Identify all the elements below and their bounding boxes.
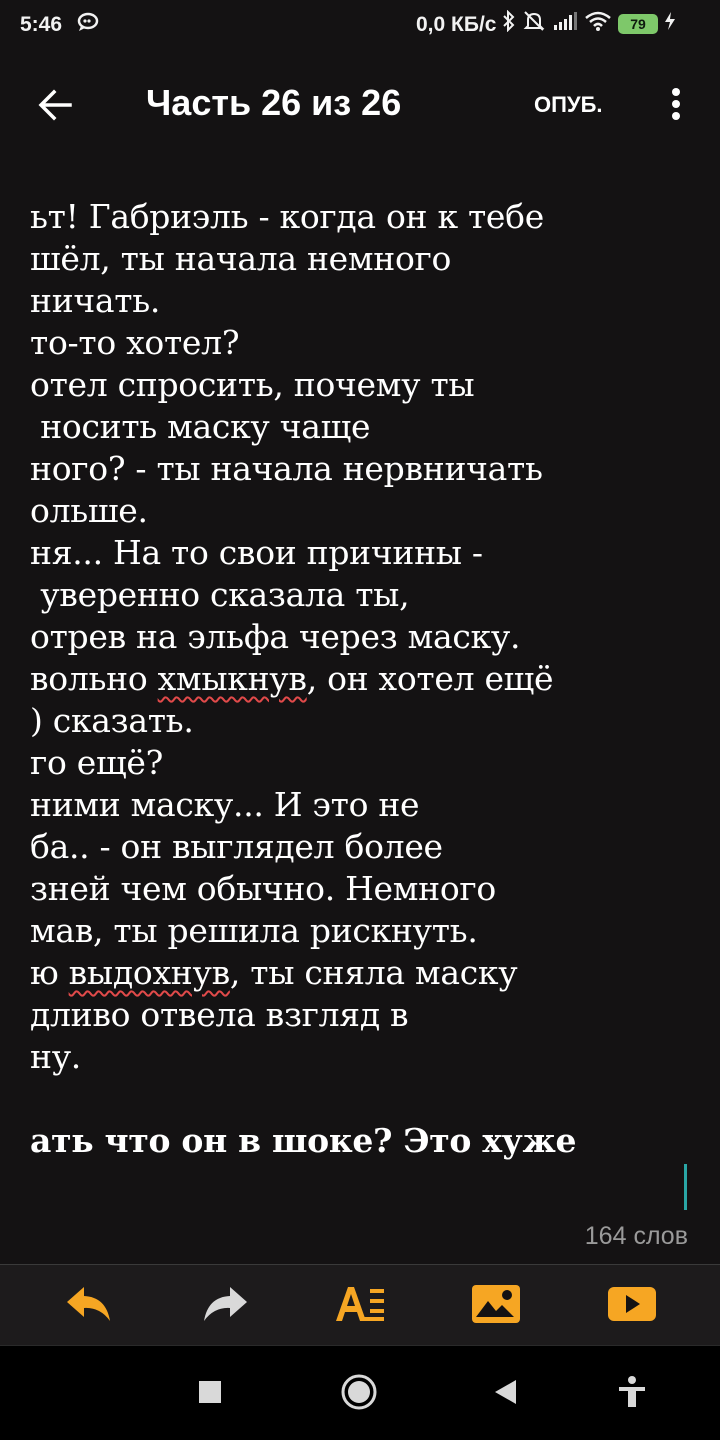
text-line: ьт! Габриэль - когда он к тебе [30,197,544,236]
charging-icon [664,11,676,37]
silent-icon [522,10,546,38]
top-app-bar: Часть 26 из 26 ОПУБ. [0,60,720,150]
text-line: ) сказать. [30,701,194,740]
back-triangle-icon[interactable] [486,1372,526,1412]
status-time: 5:46 [20,13,63,36]
battery-icon: 79 [618,14,658,34]
more-options-icon[interactable] [664,86,688,126]
status-bar: 5:46 0,0 КБ/с 79 [0,0,720,50]
text-line: носить маску чаще [30,407,371,446]
wifi-icon [584,11,612,37]
text-line: дливо отвела взгляд в [30,995,409,1034]
text-line: зней чем обычно. Немного [30,869,496,908]
text-line: ну. [30,1037,82,1076]
text-line: ю выдохнув, ты сняла маску [30,952,518,994]
misspelled-word[interactable]: выдохнув [69,953,231,992]
bold-text-line: ать что он в шоке? Это хуже [30,1121,577,1160]
network-speed: 0,0 КБ/с [416,13,497,36]
back-arrow-icon[interactable] [36,85,76,125]
text-segment: , он хотел ещё [306,659,554,698]
word-count: 164 слов [584,1222,688,1250]
image-icon[interactable] [470,1281,520,1327]
status-icons: 79 [502,9,676,38]
text-segment: ю [30,953,69,992]
text-line: го ещё? [30,743,163,782]
text-line: отел спросить, почему ты [30,365,475,404]
home-circle-icon[interactable] [339,1372,379,1412]
text-format-icon[interactable] [334,1281,384,1327]
misspelled-word[interactable]: хмыкнув [158,659,307,698]
text-line: вольно хмыкнув, он хотел ещё [30,658,554,700]
system-nav-bar [0,1346,720,1440]
text-line: шёл, ты начала немного [30,239,452,278]
text-line: мав, ты решила рискнуть. [30,911,478,950]
text-line: отрев на эльфа через маску. [30,617,521,656]
chat-bubble-icon [77,12,99,38]
text-line: ольше. [30,491,148,530]
signal-icon [552,11,578,37]
recents-square-icon[interactable] [190,1372,230,1412]
publish-button[interactable]: ОПУБ. [534,92,603,118]
page-title: Часть 26 из 26 [146,82,402,123]
text-line: ба.. - он выглядел более [30,827,443,866]
text-segment: вольно [30,659,158,698]
chapter-text-editor[interactable]: ьт! Габриэль - когда он к тебе шёл, ты н… [0,196,720,1176]
undo-icon[interactable] [64,1281,114,1327]
text-line: ня... На то свои причины - [30,533,483,572]
redo-icon[interactable] [200,1281,250,1327]
text-line: ного? - ты начала нервничать [30,449,543,488]
editor-toolbar [0,1264,720,1346]
video-icon[interactable] [606,1281,656,1327]
text-segment: , ты сняла маску [229,953,518,992]
text-line: то-то хотел? [30,323,240,362]
text-line: уверенно сказала ты, [30,575,410,614]
text-line: ничать. [30,281,161,320]
accessibility-icon[interactable] [612,1372,652,1412]
bluetooth-icon [502,9,516,38]
text-cursor [684,1164,687,1210]
text-line: ними маску... И это не [30,785,420,824]
